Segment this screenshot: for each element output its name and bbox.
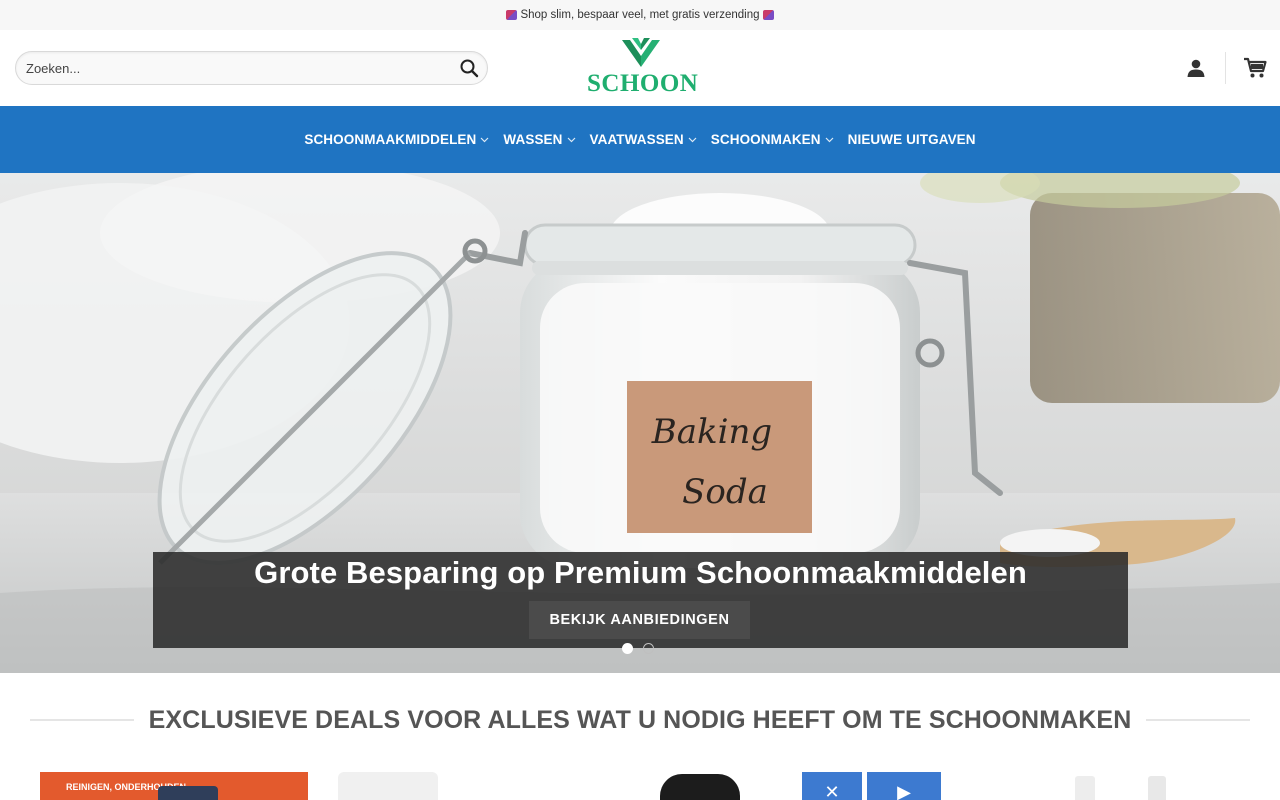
cart-icon[interactable] <box>1243 57 1267 79</box>
product-card-4-alt[interactable]: ▶ <box>867 772 941 800</box>
shopping-bags-icon <box>506 10 518 20</box>
chevron-down-icon <box>480 137 489 142</box>
jar-label-line2: Soda <box>682 472 768 512</box>
nav-item-schoonmaken[interactable]: SCHOONMAKEN <box>711 132 834 147</box>
product-card-2[interactable] <box>338 772 438 800</box>
deals-title: EXCLUSIEVE DEALS VOOR ALLES WAT U NODIG … <box>148 705 1132 734</box>
slider-dot-1[interactable] <box>622 643 633 654</box>
nav-item-nieuwe-uitgaven[interactable]: NIEUWE UITGAVEN <box>848 132 976 147</box>
chevron-down-icon <box>567 137 575 142</box>
nav-item-label: SCHOONMAAKMIDDELEN <box>304 132 477 147</box>
hero-slider: Baking Soda Grote Besparing op Premium S… <box>0 173 1280 673</box>
site-logo[interactable]: SCHOON <box>587 34 699 100</box>
chevron-down-icon <box>688 137 697 142</box>
product-card-5[interactable] <box>1070 772 1174 800</box>
divider-line <box>30 719 134 721</box>
deals-section-heading: EXCLUSIEVE DEALS VOOR ALLES WAT U NODIG … <box>30 704 1250 736</box>
shopping-bags-icon <box>762 10 774 20</box>
nav-item-label: VAATWASSEN <box>589 132 684 147</box>
site-header: SCHOON <box>0 30 1280 106</box>
product-image-5a <box>1075 776 1095 800</box>
product-image-1 <box>158 786 218 800</box>
nav-item-label: WASSEN <box>503 132 563 147</box>
search-bar <box>15 51 488 85</box>
view-offers-button[interactable]: BEKIJK AANBIEDINGEN <box>529 601 750 639</box>
main-navigation: SCHOONMAAKMIDDELEN WASSEN VAATWASSEN SCH… <box>0 106 1280 173</box>
product-card-4[interactable]: ✕ <box>802 772 862 800</box>
logo-leaf-icon <box>622 38 660 67</box>
hero-caption: Grote Besparing op Premium Schoonmaakmid… <box>153 552 1128 648</box>
logo-text: SCHOON <box>587 70 699 97</box>
product-card-3[interactable] <box>660 774 740 800</box>
nav-item-label: NIEUWE UITGAVEN <box>847 132 976 147</box>
account-icon[interactable] <box>1186 58 1206 78</box>
slider-dot-2[interactable] <box>643 643 654 654</box>
search-icon[interactable] <box>459 58 479 78</box>
announcement-text: Shop slim, bespaar veel, met gratis verz… <box>520 9 760 21</box>
product-card-1[interactable]: REINIGEN, ONDERHOUDEN <box>40 772 308 800</box>
header-divider <box>1225 52 1226 84</box>
nav-item-schoonmaakmiddelen[interactable]: SCHOONMAAKMIDDELEN <box>304 132 489 147</box>
nav-item-vaatwassen[interactable]: VAATWASSEN <box>590 132 697 147</box>
announcement-bar: Shop slim, bespaar veel, met gratis verz… <box>0 0 1280 30</box>
play-icon: ▶ <box>897 782 911 800</box>
nav-item-wassen[interactable]: WASSEN <box>503 132 575 147</box>
chevron-down-icon <box>825 137 834 142</box>
nav-item-label: SCHOONMAKEN <box>710 132 821 147</box>
jar-label-line1: Baking <box>651 412 772 452</box>
close-icon: ✕ <box>824 782 840 800</box>
divider-line <box>1146 719 1250 721</box>
product-image-5b <box>1148 776 1166 800</box>
hero-title: Grote Besparing op Premium Schoonmaakmid… <box>254 555 1027 590</box>
product-row: REINIGEN, ONDERHOUDEN ✕ ▶ <box>0 770 1280 800</box>
slider-dots <box>622 643 654 654</box>
search-input[interactable] <box>26 52 446 84</box>
